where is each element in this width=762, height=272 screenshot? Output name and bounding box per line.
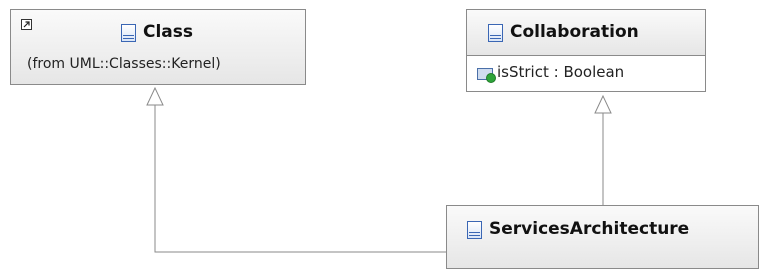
services-architecture-node-title: ServicesArchitecture [489, 219, 690, 239]
collaboration-node-title: Collaboration [510, 22, 639, 42]
services-architecture-node-header: ServicesArchitecture [447, 206, 758, 268]
class-icon [488, 24, 503, 42]
class-node-subtitle: (from UML::Classes::Kernel) [27, 56, 221, 72]
generalization-line-to-class[interactable] [154, 105, 446, 253]
collaboration-attribute-row[interactable]: isStrict : Boolean [467, 56, 705, 91]
class-node-header: Class (from UML::Classes::Kernel) [11, 10, 305, 84]
collaboration-node-header: Collaboration [467, 10, 705, 56]
public-visibility-icon [486, 73, 496, 83]
generalization-arrowhead-collaboration [594, 94, 612, 114]
class-node-title: Class [143, 22, 194, 42]
generalization-arrowhead-class [146, 86, 164, 106]
class-icon [121, 24, 136, 42]
services-architecture-node[interactable]: ServicesArchitecture [446, 205, 759, 269]
collaboration-attribute-label: isStrict : Boolean [497, 63, 625, 81]
external-reference-icon [21, 19, 32, 30]
class-node[interactable]: Class (from UML::Classes::Kernel) [10, 9, 306, 85]
collaboration-node[interactable]: Collaboration isStrict : Boolean [466, 9, 706, 92]
class-icon [467, 221, 482, 239]
